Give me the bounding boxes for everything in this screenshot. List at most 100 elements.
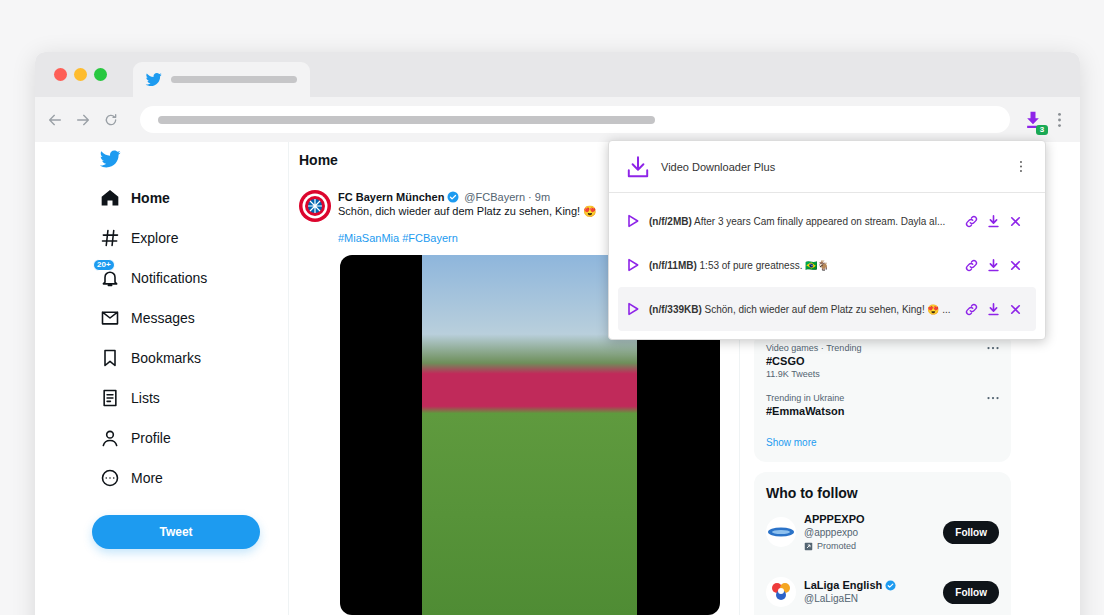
sidebar-item[interactable]: Explore (90, 218, 288, 258)
close-icon[interactable] (1008, 214, 1023, 229)
follow-suggestion[interactable]: APPPEXPO@apppexpoPromoted Follow (766, 502, 999, 562)
play-icon[interactable] (625, 213, 641, 229)
tweet-button[interactable]: Tweet (92, 515, 260, 549)
verified-badge-icon (885, 580, 896, 591)
video-row[interactable]: (n/f/339KB) Schön, dich wieder auf dem P… (618, 287, 1036, 331)
row-actions (964, 258, 1023, 273)
notification-badge: 20+ (93, 259, 115, 271)
twitter-logo-icon[interactable] (99, 148, 121, 170)
suggestion-name: LaLiga English (804, 578, 882, 592)
window-controls (54, 68, 107, 81)
sidebar-icon-wrap (100, 228, 120, 248)
sidebar-icon-wrap (100, 468, 120, 488)
close-icon[interactable] (1008, 302, 1023, 317)
bell-icon (100, 268, 120, 288)
video-list: (n/f/2MB) After 3 years Cam finally appe… (609, 193, 1045, 339)
browser-tab[interactable] (133, 62, 310, 97)
sidebar-label: Bookmarks (131, 350, 201, 366)
bookmark-icon (100, 348, 120, 368)
more-dots-icon[interactable] (987, 396, 999, 400)
video-title: (n/f/339KB) Schön, dich wieder auf dem P… (649, 304, 956, 315)
play-icon[interactable] (625, 257, 641, 273)
person-icon (100, 428, 120, 448)
list-icon (100, 388, 120, 408)
who-to-follow-card: Who to follow APPPEXPO@apppexpoPromoted Fo… (754, 472, 1011, 615)
sidebar-icon-wrap: 20+ (100, 268, 120, 288)
promoted-icon (804, 542, 813, 551)
trend-info: Trending in Ukraine#EmmaWatson (766, 392, 844, 418)
download-icon[interactable] (986, 214, 1001, 229)
download-icon[interactable] (986, 258, 1001, 273)
show-more-link[interactable]: Show more (754, 436, 1011, 450)
trend-name: #EmmaWatson (766, 404, 844, 418)
video-title: (n/f/11MB) 1:53 of pure greatness. 🇧🇷🐐 (649, 260, 956, 271)
sidebar-item[interactable]: Bookmarks (90, 338, 288, 378)
trend-name: #CSGO (766, 354, 861, 368)
trend-item[interactable]: Trending in Ukraine#EmmaWatson (754, 392, 1011, 418)
sidebar-icon-wrap (100, 388, 120, 408)
video-size: (n/f/11MB) (649, 260, 697, 271)
follow-button[interactable]: Follow (943, 581, 999, 604)
more-icon (100, 468, 120, 488)
suggestion-info: LaLiga English@LaLigaEN (804, 578, 935, 606)
zoom-window-button[interactable] (94, 68, 107, 81)
sidebar-item[interactable]: Messages (90, 298, 288, 338)
follow-button[interactable]: Follow (943, 521, 999, 544)
browser-menu-icon[interactable] (1057, 112, 1062, 128)
sidebar-label: Profile (131, 430, 171, 446)
sidebar-item[interactable]: Home (90, 178, 288, 218)
address-bar[interactable] (140, 106, 1010, 133)
suggestion-name-row: APPPEXPO (804, 512, 935, 526)
sidebar-item[interactable]: Lists (90, 378, 288, 418)
popup-header: Video Downloader Plus (609, 141, 1045, 193)
video-title: (n/f/2MB) After 3 years Cam finally appe… (649, 216, 956, 227)
promoted-label: Promoted (804, 540, 935, 553)
popup-menu-icon[interactable] (1019, 160, 1023, 173)
reload-icon[interactable] (103, 112, 119, 128)
suggestion-name-row: LaLiga English (804, 578, 935, 592)
sidebar-label: Home (131, 190, 170, 206)
video-size: (n/f/339KB) (649, 304, 702, 315)
suggestion-name: APPPEXPO (804, 512, 865, 526)
trends-card: Video games · Trending#CSGO11.9K Tweets T… (754, 332, 1011, 462)
row-actions (964, 214, 1023, 229)
extension-button[interactable]: 3 (1023, 109, 1043, 131)
back-arrow-icon[interactable] (47, 112, 63, 128)
more-dots-icon[interactable] (987, 346, 999, 350)
close-window-button[interactable] (54, 68, 67, 81)
play-icon[interactable] (625, 301, 641, 317)
suggestion-handle: @apppexpo (804, 526, 935, 540)
trend-list: Video games · Trending#CSGO11.9K Tweets T… (754, 342, 1011, 418)
fc-bayern-crest-icon[interactable] (299, 190, 331, 222)
sidebar: Home Explore20+NotificationsMessages Bookm… (90, 142, 288, 615)
link-icon[interactable] (964, 258, 979, 273)
trend-item[interactable]: Video games · Trending#CSGO11.9K Tweets (754, 342, 1011, 380)
close-icon[interactable] (1008, 258, 1023, 273)
link-icon[interactable] (964, 214, 979, 229)
sidebar-item[interactable]: Profile (90, 418, 288, 458)
download-icon[interactable] (986, 302, 1001, 317)
tab-title-placeholder (171, 76, 297, 83)
home-icon (100, 188, 120, 208)
follow-suggestion[interactable]: LaLiga English@LaLigaEN Follow (766, 562, 999, 615)
title-bar (35, 52, 1080, 97)
trend-category: Trending in Ukraine (766, 392, 844, 404)
tweet-meta: @FCBayern · 9m (464, 190, 550, 204)
extension-badge: 3 (1036, 125, 1048, 135)
sidebar-label: More (131, 470, 163, 486)
video-row[interactable]: (n/f/2MB) After 3 years Cam finally appe… (618, 199, 1036, 243)
browser-window: 3 Home Explore20+NotificationsMessages Book… (35, 52, 1080, 615)
video-row[interactable]: (n/f/11MB) 1:53 of pure greatness. 🇧🇷🐐 (618, 243, 1036, 287)
minimize-window-button[interactable] (74, 68, 87, 81)
forward-arrow-icon[interactable] (75, 112, 91, 128)
sidebar-item[interactable]: More (90, 458, 288, 498)
address-placeholder (158, 116, 655, 124)
envelope-icon (100, 308, 120, 328)
who-to-follow-title: Who to follow (766, 484, 999, 502)
tweet-author[interactable]: FC Bayern München (338, 190, 444, 204)
apppexpo-logo-icon (766, 517, 796, 547)
link-icon[interactable] (964, 302, 979, 317)
sidebar-item[interactable]: 20+Notifications (90, 258, 288, 298)
suggestion-handle: @LaLigaEN (804, 592, 935, 606)
sidebar-icon-wrap (100, 188, 120, 208)
